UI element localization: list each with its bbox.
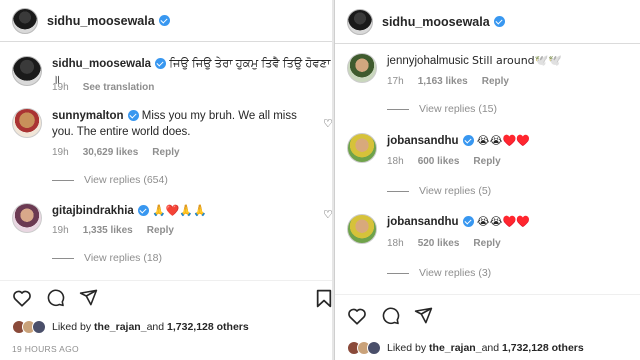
heart-icon[interactable]: [12, 289, 32, 307]
comment-age: 19h: [52, 225, 69, 236]
liked-by-summary[interactable]: Liked by the_rajan_ and 1,732,128 others: [347, 341, 584, 355]
view-replies-button[interactable]: View replies (3): [387, 267, 491, 279]
commenter-avatar[interactable]: [12, 203, 42, 233]
reply-button[interactable]: Reply: [473, 156, 500, 167]
commenter-avatar[interactable]: [12, 108, 42, 138]
comment-meta: 19h 1,335 likes Reply: [52, 225, 174, 236]
comment-likes-count[interactable]: 520 likes: [418, 238, 460, 249]
liked-by-and: and: [146, 321, 165, 333]
comment-age: 18h: [387, 238, 404, 249]
verified-badge-icon: [158, 15, 170, 26]
reply-button[interactable]: Reply: [152, 147, 179, 158]
view-replies-label: View replies (3): [419, 267, 492, 279]
liker-avatars: [347, 341, 381, 355]
bookmark-icon[interactable]: [316, 289, 332, 308]
right-post-panel: sidhu_moosewala jennyjohalmusic Still ar…: [334, 0, 640, 360]
comment-username[interactable]: jobansandhu: [387, 216, 459, 228]
view-replies-label: View replies (5): [419, 185, 492, 197]
commenter-avatar[interactable]: [347, 53, 377, 83]
profile-avatar[interactable]: [347, 8, 373, 35]
header-username[interactable]: sidhu_moosewala: [47, 14, 155, 28]
verified-badge-icon: [127, 110, 139, 122]
comment-item: sunnymalton Miss you my bruh. We all mis…: [12, 108, 312, 140]
comment-icon[interactable]: [46, 288, 65, 307]
comment-age: 17h: [387, 76, 404, 87]
liker-avatar: [32, 320, 46, 334]
view-replies-button[interactable]: View replies (5): [387, 185, 491, 197]
heart-icon[interactable]: [347, 307, 367, 325]
paper-plane-icon[interactable]: [414, 306, 433, 325]
replies-line: [52, 257, 74, 259]
comment-meta: 18h 600 likes Reply: [387, 156, 501, 167]
post-timestamp: 19 HOURS AGO: [12, 344, 79, 354]
commenter-avatar[interactable]: [347, 133, 377, 163]
liked-by-prefix: Liked by: [52, 321, 92, 333]
paper-plane-icon[interactable]: [79, 288, 98, 307]
header-username[interactable]: sidhu_moosewala: [382, 15, 490, 29]
liked-by-user[interactable]: the_rajan_: [94, 321, 147, 333]
profile-avatar[interactable]: [12, 7, 38, 34]
post-header: sidhu_moosewala: [335, 0, 640, 44]
comment-like-heart-icon[interactable]: ♡: [323, 117, 332, 130]
comment-likes-count[interactable]: 1,163 likes: [418, 76, 468, 87]
comment-username[interactable]: jobansandhu: [387, 135, 459, 147]
caption-meta: 19h See translation: [52, 82, 154, 93]
verified-badge-icon: [462, 216, 474, 228]
comment-like-heart-icon[interactable]: ♡: [323, 208, 332, 221]
post-header: sidhu_moosewala: [0, 0, 332, 42]
reply-button[interactable]: Reply: [482, 76, 509, 87]
actions-divider: [335, 294, 640, 295]
view-replies-button[interactable]: View replies (15): [387, 103, 497, 115]
comment-likes-count[interactable]: 600 likes: [418, 156, 460, 167]
liker-avatar: [367, 341, 381, 355]
view-replies-label: View replies (654): [84, 174, 168, 186]
verified-badge-icon: [137, 205, 149, 217]
comment-likes-count[interactable]: 1,335 likes: [83, 225, 133, 236]
liker-avatars: [12, 320, 46, 334]
comment-meta: 17h 1,163 likes Reply: [387, 76, 509, 87]
comment-username[interactable]: jennyjohalmusic: [387, 55, 469, 67]
liked-by-count[interactable]: 1,732,128 others: [167, 321, 249, 333]
comment-icon[interactable]: [381, 306, 400, 325]
comment-age: 18h: [387, 156, 404, 167]
view-replies-button[interactable]: View replies (18): [52, 252, 162, 264]
comment-username[interactable]: gitajbindrakhia: [52, 205, 134, 217]
reply-button[interactable]: Reply: [473, 238, 500, 249]
commenter-avatar[interactable]: [347, 214, 377, 244]
see-translation-link[interactable]: See translation: [83, 82, 155, 93]
verified-badge-icon: [462, 135, 474, 147]
replies-line: [387, 190, 409, 192]
verified-badge-icon: [493, 16, 505, 27]
comment-meta: 19h 30,629 likes Reply: [52, 147, 180, 158]
comment-likes-count[interactable]: 30,629 likes: [83, 147, 139, 158]
actions-divider: [0, 280, 332, 281]
caption-avatar[interactable]: [12, 56, 42, 86]
comment-username[interactable]: sunnymalton: [52, 110, 124, 122]
comment-meta: 18h 520 likes Reply: [387, 238, 501, 249]
caption-username[interactable]: sidhu_moosewala: [52, 58, 151, 70]
replies-line: [387, 108, 409, 110]
liked-by-count[interactable]: 1,732,128 others: [502, 342, 584, 354]
post-actions: [12, 288, 98, 307]
comment-text: 😭😭♥️♥️: [476, 134, 530, 147]
view-replies-button[interactable]: View replies (654): [52, 174, 168, 186]
reply-button[interactable]: Reply: [147, 225, 174, 236]
verified-badge-icon: [155, 58, 167, 70]
comment-text: 😭😭♥️♥️: [476, 215, 530, 228]
comment-text: Still around🕊️🕊️: [472, 54, 563, 67]
post-actions: [347, 306, 433, 325]
comment-text: 🙏❤️🙏🙏: [152, 204, 207, 217]
left-post-panel: sidhu_moosewala sidhu_moosewala ਜਿਉ ਜਿਉ …: [0, 0, 332, 360]
liked-by-prefix: Liked by: [387, 342, 427, 354]
caption-age: 19h: [52, 82, 69, 93]
replies-line: [387, 272, 409, 274]
view-replies-label: View replies (18): [84, 252, 163, 264]
replies-line: [52, 179, 74, 181]
liked-by-summary[interactable]: Liked by the_rajan_ and 1,732,128 others: [12, 320, 249, 334]
view-replies-label: View replies (15): [419, 103, 498, 115]
comment-age: 19h: [52, 147, 69, 158]
liked-by-and: and: [481, 342, 500, 354]
liked-by-user[interactable]: the_rajan_: [429, 342, 482, 354]
